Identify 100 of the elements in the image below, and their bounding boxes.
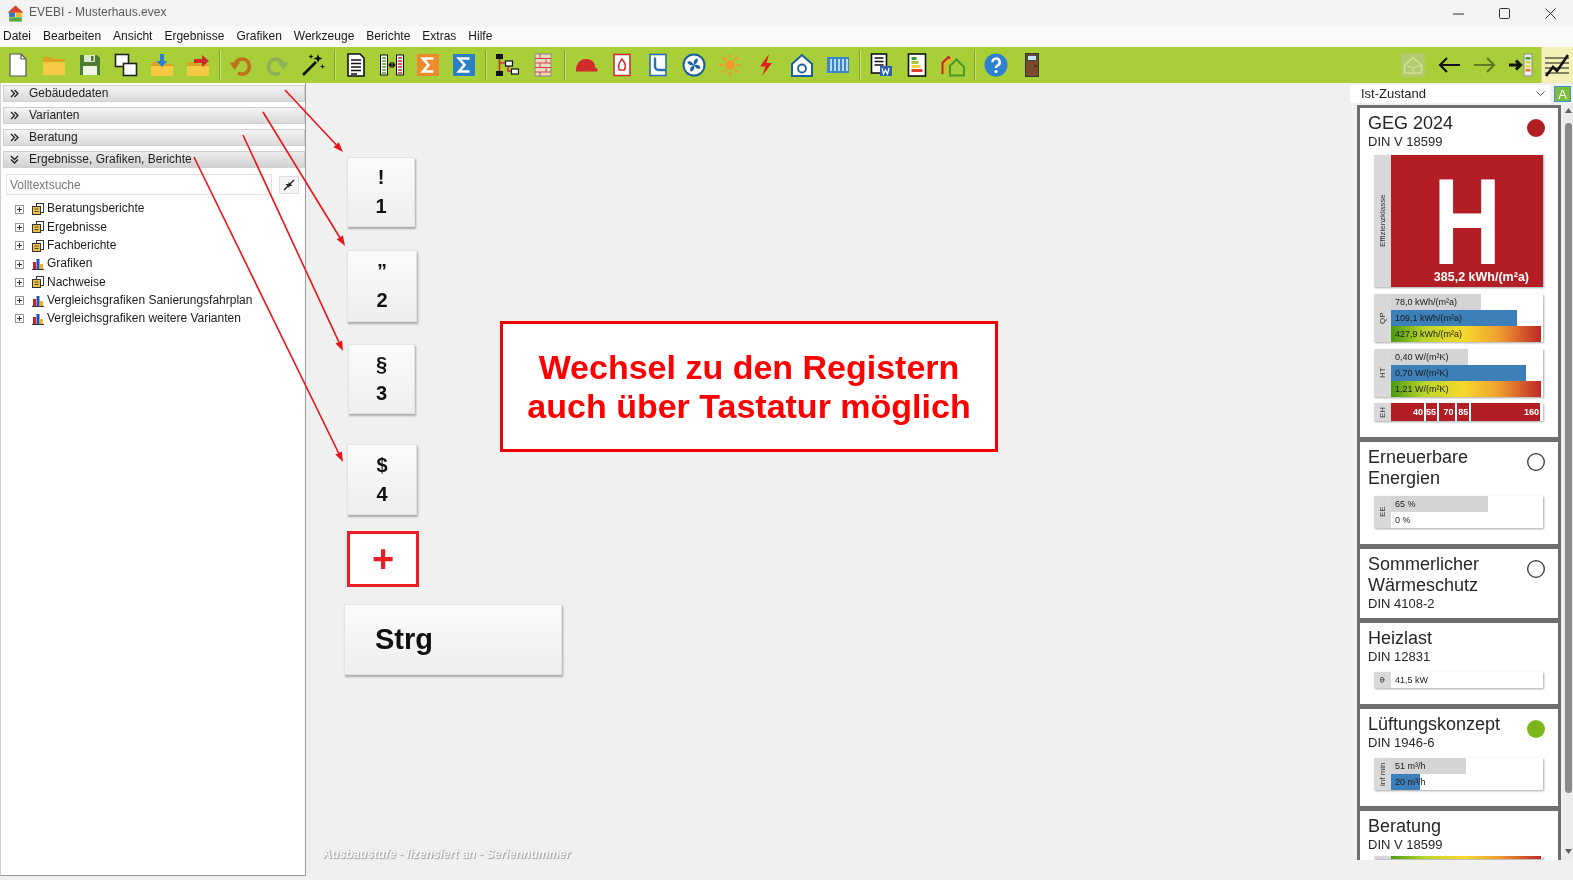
expand-box-icon[interactable]	[15, 296, 24, 306]
expand-box-icon[interactable]	[15, 259, 24, 269]
key-symbol: ”	[377, 259, 387, 284]
scale-step: 40	[1391, 403, 1424, 421]
document-stack-icon	[32, 276, 44, 289]
tree-item[interactable]: Fachberichte	[47, 237, 117, 254]
card-title: Sommerlicher Wärmeschutz	[1368, 554, 1481, 596]
axis-label: EE	[1374, 496, 1391, 528]
section-header[interactable]: Beratung	[3, 129, 305, 146]
close-icon[interactable]	[1544, 7, 1556, 19]
chevron-down-icon[interactable]	[1536, 91, 1545, 97]
license-note: Ausbaustufe - lizensiert an - Seriennummer	[323, 847, 571, 863]
keyboard-key: Strg	[344, 604, 562, 675]
card-subtitle: DIN V 18599	[1368, 837, 1443, 853]
key-digit: 1	[375, 194, 387, 219]
tree-item[interactable]: Ergebnisse	[47, 219, 108, 236]
key-digit: 4	[376, 481, 388, 507]
menu-item[interactable]: Datei	[3, 28, 31, 45]
key-digit: 3	[375, 381, 388, 406]
menu-item[interactable]: Grafiken	[236, 28, 282, 45]
tree-item[interactable]: Vergleichsgrafiken Sanierungsfahrplan	[47, 292, 253, 309]
collapse-arrows-icon[interactable]	[283, 178, 295, 191]
key-digit: 2	[376, 288, 388, 313]
tree-item[interactable]: Nachweise	[47, 274, 106, 291]
menu-item[interactable]: Berichte	[366, 28, 411, 45]
scroll-down-icon[interactable]	[1565, 849, 1572, 854]
scale-step: 85	[1456, 403, 1470, 421]
plus-sign: +	[347, 531, 419, 587]
double-chevron-right-icon[interactable]	[10, 133, 19, 142]
status-ring-icon	[1527, 453, 1545, 471]
card-subtitle: DIN 4108-2	[1368, 596, 1436, 612]
scrollbar[interactable]	[1563, 105, 1573, 860]
menu-item[interactable]: Ergebnisse	[164, 28, 225, 45]
axis-label: QP	[1374, 294, 1391, 342]
card-subtitle: DIN 1946-6	[1368, 735, 1436, 751]
axis-label: inf min	[1374, 758, 1391, 790]
card-subtitle: DIN V 18599	[1368, 134, 1444, 150]
bar-value: 0 %	[1395, 514, 1411, 527]
collapse-button[interactable]	[279, 175, 299, 194]
section-header[interactable]: Ergebnisse, Grafiken, Berichte	[3, 151, 305, 168]
double-chevron-down-icon[interactable]	[10, 155, 19, 164]
bar-value: 41,5 kW	[1395, 674, 1428, 687]
card-title: Lüftungskonzept	[1368, 714, 1501, 735]
scale-step: 70	[1439, 403, 1455, 421]
toolbar-button[interactable]	[1541, 47, 1573, 83]
axis-label: Φ	[1374, 672, 1391, 688]
scrollbar-thumb[interactable]	[1565, 123, 1572, 793]
bar-value: 427,9 kWh/(m²a)	[1395, 328, 1463, 341]
bar-value: 0,40 W/(m²K)	[1395, 351, 1449, 364]
tree-item[interactable]: Grafiken	[47, 256, 93, 272]
section-header[interactable]: Varianten	[3, 107, 305, 124]
bar-value: 51 m³/h	[1395, 760, 1426, 773]
callout-box: Wechsel zu den Registern auch über Tastatur möglich	[500, 321, 998, 452]
bar-value: 0,70 W/(m²K)	[1395, 367, 1449, 380]
bar-chart-icon	[32, 258, 44, 271]
house-logo-icon	[7, 4, 24, 22]
scroll-up-icon[interactable]	[1565, 108, 1572, 113]
card-title: GEG 2024	[1368, 113, 1454, 134]
tree-item[interactable]: Beratungsberichte	[47, 201, 145, 217]
card-title: Heizlast	[1368, 628, 1433, 649]
double-chevron-right-icon[interactable]	[10, 111, 19, 120]
window-title: EVEBI - Musterhaus.evex	[29, 5, 167, 21]
menu-item[interactable]: Hilfe	[468, 28, 493, 45]
section-header[interactable]: Gebäudedaten	[3, 85, 305, 102]
bar-chart-icon	[32, 294, 44, 307]
key-symbol: !	[377, 165, 385, 190]
expand-box-icon[interactable]	[15, 277, 24, 287]
menu-item[interactable]: Bearbeiten	[43, 28, 102, 45]
bar-value: 1,21 W/(m²K)	[1395, 383, 1449, 396]
bar-chart-icon	[32, 312, 44, 325]
expand-box-icon[interactable]	[15, 222, 24, 232]
tree-item[interactable]: Vergleichsgrafiken weitere Varianten	[47, 311, 241, 327]
status-ring-icon	[1527, 560, 1545, 578]
expand-box-icon[interactable]	[15, 314, 24, 324]
scale-step: 160	[1471, 403, 1540, 421]
bar-value: 65 %	[1395, 498, 1416, 511]
document-stack-icon	[32, 221, 44, 234]
key-symbol: §	[375, 352, 388, 377]
menu-item[interactable]: Ansicht	[113, 28, 153, 45]
card-title: Beratung	[1368, 816, 1443, 837]
document-stack-icon	[32, 239, 44, 252]
axis-label: EH	[1374, 403, 1391, 421]
maximize-icon[interactable]	[1498, 7, 1510, 19]
expand-box-icon[interactable]	[15, 241, 24, 251]
axis-label: Effizienzklasse	[1374, 155, 1391, 287]
scale-step: 55	[1426, 403, 1437, 421]
line-chart-icon[interactable]	[1545, 53, 1569, 77]
efficiency-class-letter: H	[1433, 174, 1501, 270]
variant-dropdown[interactable]: Ist-Zustand	[1350, 85, 1550, 103]
double-chevron-right-icon[interactable]	[10, 89, 19, 98]
expand-box-icon[interactable]	[15, 204, 24, 214]
document-stack-icon	[32, 203, 44, 216]
menu-item[interactable]: Extras	[422, 28, 457, 45]
energy-value: 385,2 kWh/(m²a)	[1433, 270, 1529, 285]
search-field[interactable]: Volltextsuche	[6, 174, 272, 195]
key-symbol: $	[376, 452, 388, 478]
card-title: Erneuerbare Energien	[1368, 447, 1470, 489]
menu-item[interactable]: Werkzeuge	[293, 28, 355, 45]
bar-value: 109,1 kWh/(m²a)	[1395, 312, 1463, 325]
card-subtitle: DIN 12831	[1368, 649, 1432, 665]
